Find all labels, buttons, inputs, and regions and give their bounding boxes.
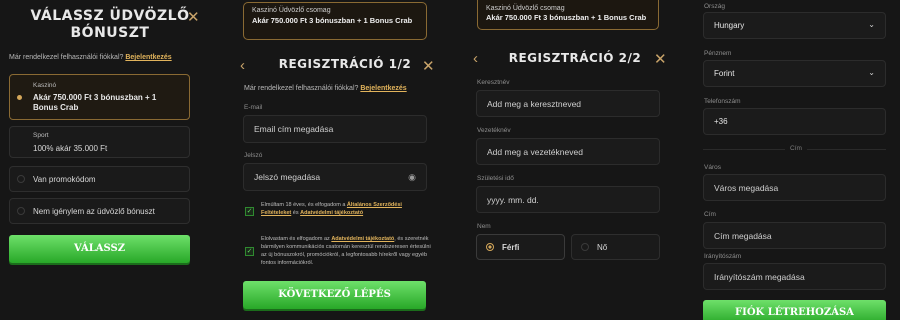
male-label: Férfi [502, 243, 520, 252]
choose-bonus-button[interactable]: VÁLASSZ [9, 235, 190, 263]
back-icon[interactable]: ‹ [473, 50, 478, 67]
city-field[interactable]: Város megadása [703, 174, 886, 201]
next-step-button[interactable]: KÖVETKEZŐ LÉPÉS [243, 281, 426, 309]
bonus-option-casino[interactable]: Kaszinó Akár 750.000 Ft 3 bónuszban + 1 … [9, 74, 190, 120]
option-text: Nem igénylem az üdvözlő bónuszt [33, 207, 155, 216]
option-text: Van promokódom [33, 175, 96, 184]
have-account-label: Már rendelkezel felhasználói fiókkal? [9, 54, 124, 61]
country-value: Hungary [714, 21, 745, 30]
address-field[interactable]: Cím megadása [703, 222, 886, 249]
firstname-label: Keresztnév [477, 79, 510, 86]
bonus-option-promo[interactable]: Van promokódom [9, 166, 190, 192]
bonus-option-sport[interactable]: Sport 100% akár 35.000 Ft [9, 126, 190, 158]
registration-step1-panel: Kaszinó Üdvözlő csomag Akár 750.000 Ft 3… [230, 0, 465, 320]
radio-selected-icon [486, 243, 494, 251]
lastname-field[interactable]: Add meg a vezetékneved [476, 138, 660, 165]
welcome-package-select[interactable]: Kaszinó Üdvözlő csomag Akár 750.000 Ft 3… [243, 2, 427, 40]
back-icon[interactable]: ‹ [240, 57, 245, 74]
email-label: E-mail [244, 104, 263, 111]
consent1-text: Elmúltam 18 éves, és elfogadom a [261, 202, 346, 208]
package-text: Akár 750.000 Ft 3 bónuszban + 1 Bonus Cr… [252, 16, 413, 25]
marketing-consent-text: Elolvastam és elfogadom az Adatvédelmi t… [261, 235, 436, 267]
consent1-mid: és [292, 210, 299, 216]
option-category: Sport [33, 132, 49, 139]
login-link[interactable]: Bejelentkezés [360, 85, 406, 92]
address-label: Cím [704, 211, 716, 218]
currency-value: Forint [714, 69, 735, 78]
close-icon[interactable]: ✕ [422, 57, 435, 75]
radio-selected-icon [17, 95, 22, 100]
welcome-package-select[interactable]: Kaszinó Üdvözlő csomag Akár 750.000 Ft 3… [477, 0, 659, 30]
privacy-link[interactable]: Adatvédelmi tájékoztató [300, 210, 363, 216]
address-divider-label: Cím [785, 145, 807, 152]
firstname-field[interactable]: Add meg a keresztneved [476, 90, 660, 117]
eye-icon[interactable]: ◉ [408, 172, 416, 183]
country-select[interactable]: Hungary ⌄ [703, 12, 886, 39]
bonus-title-line2: BÓNUSZT [70, 25, 150, 41]
gender-male-option[interactable]: Férfi [476, 234, 565, 260]
registration-step2-panel: Kaszinó Üdvözlő csomag Akár 750.000 Ft 3… [465, 0, 683, 320]
radio-icon [581, 243, 589, 251]
phone-field[interactable]: +36 [703, 108, 886, 135]
radio-icon [17, 175, 25, 183]
consent2-text: Elolvastam és elfogadom az [261, 236, 330, 242]
have-account-text: Már rendelkezel felhasználói fiókkal? Be… [244, 85, 444, 92]
chevron-down-icon: ⌄ [868, 20, 875, 29]
option-category: Kaszinó [33, 82, 57, 89]
package-label: Kaszinó Üdvözlő csomag [252, 7, 331, 14]
login-link[interactable]: Bejelentkezés [125, 54, 171, 61]
phone-label: Telefonszám [704, 98, 741, 105]
password-placeholder: Jelszó megadása [254, 172, 321, 182]
chevron-down-icon: ⌄ [868, 68, 875, 77]
currency-select[interactable]: Forint ⌄ [703, 60, 886, 87]
option-text: 100% akár 35.000 Ft [33, 144, 108, 153]
terms-checkbox[interactable]: ✓ [245, 207, 254, 216]
registration-title: REGISZTRÁCIÓ 2/2 [508, 51, 642, 65]
bonus-title: VÁLASSZ ÜDVÖZLŐ BÓNUSZT [20, 8, 200, 42]
zip-field[interactable]: Irányítószám megadása [703, 263, 886, 290]
bonus-option-none[interactable]: Nem igénylem az üdvözlő bónuszt [9, 198, 190, 224]
have-account-text: Már rendelkezel felhasználói fiókkal? Be… [9, 54, 224, 61]
birthdate-label: Születési idő [477, 175, 514, 182]
marketing-checkbox[interactable]: ✓ [245, 247, 254, 256]
gender-female-option[interactable]: Nő [571, 234, 660, 260]
password-label: Jelszó [244, 152, 263, 159]
lastname-label: Vezetéknév [477, 127, 511, 134]
registration-details-panel: Ország Hungary ⌄ Pénznem Forint ⌄ Telefo… [683, 0, 900, 320]
package-text: Akár 750.000 Ft 3 bónuszban + 1 Bonus Cr… [486, 13, 647, 22]
terms-consent-text: Elmúltam 18 éves, és elfogadom a Általán… [261, 201, 431, 217]
have-account-label: Már rendelkezel felhasználói fiókkal? [244, 85, 359, 92]
close-icon[interactable]: ✕ [654, 50, 667, 68]
create-account-button[interactable]: FIÓK LÉTREHOZÁSA [703, 300, 886, 320]
bonus-title-line1: VÁLASSZ ÜDVÖZLŐ [30, 8, 190, 24]
privacy-link-2[interactable]: Adatvédelmi tájékoztató [331, 236, 394, 242]
radio-icon [17, 207, 25, 215]
option-text: Akár 750.000 Ft 3 bónuszban + 1 Bonus Cr… [33, 93, 157, 112]
package-label: Kaszinó Üdvözlő csomag [486, 5, 565, 12]
birthdate-field[interactable]: yyyy. mm. dd. [476, 186, 660, 213]
bonus-select-panel: VÁLASSZ ÜDVÖZLŐ BÓNUSZT ✕ Már rendelkeze… [0, 0, 230, 320]
currency-label: Pénznem [704, 50, 732, 57]
city-label: Város [704, 164, 721, 171]
close-icon[interactable]: ✕ [187, 8, 200, 26]
email-field[interactable]: Email cím megadása [243, 115, 427, 143]
gender-label: Nem [477, 223, 491, 230]
female-label: Nő [597, 243, 608, 252]
password-field[interactable]: Jelszó megadása ◉ [243, 163, 427, 191]
zip-label: Irányítószám [704, 253, 742, 260]
registration-title: REGISZTRÁCIÓ 1/2 [278, 57, 412, 71]
country-label: Ország [704, 3, 725, 10]
